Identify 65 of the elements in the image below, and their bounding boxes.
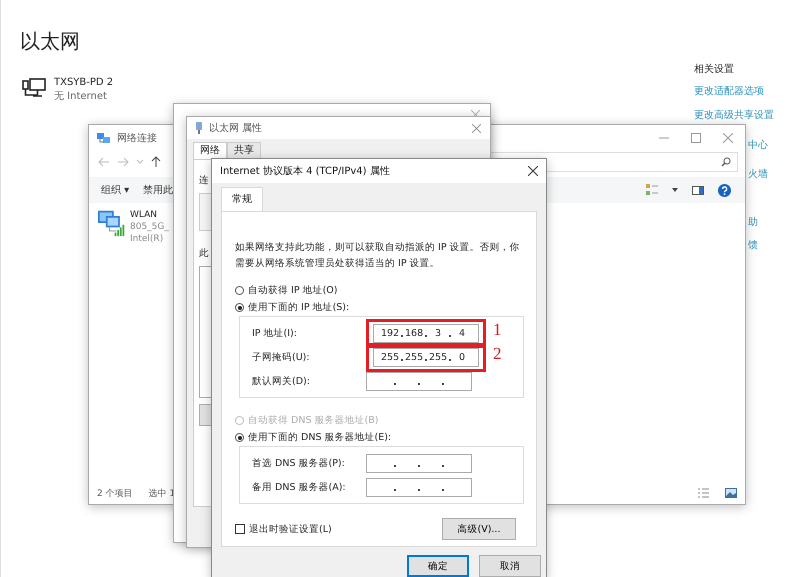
close-icon[interactable] bbox=[528, 166, 538, 176]
caret-icon[interactable] bbox=[672, 188, 678, 192]
back-arrow-icon[interactable] bbox=[98, 157, 110, 167]
section-heading: 相关设置 bbox=[694, 64, 734, 76]
field-label: 备用 DNS 服务器(A): bbox=[252, 480, 346, 494]
settings-link[interactable]: 馈 bbox=[748, 240, 758, 252]
window-title: 网络连接 bbox=[117, 132, 157, 145]
checkbox-label[interactable]: 退出时验证设置(L) bbox=[249, 522, 332, 536]
field-label: 子网掩码(U): bbox=[252, 350, 310, 364]
settings-link[interactable]: 助 bbox=[748, 217, 758, 229]
network-icon bbox=[97, 132, 111, 144]
callout-number: 1 bbox=[493, 320, 502, 340]
adapter-status: 无 Internet bbox=[54, 90, 108, 104]
checkbox[interactable] bbox=[235, 524, 245, 534]
tab[interactable]: 共享 bbox=[227, 142, 261, 159]
dialog-title: Internet 协议版本 4 (TCP/IPv4) 属性 bbox=[220, 164, 390, 178]
details-view-icon[interactable] bbox=[698, 488, 709, 498]
forward-arrow-icon[interactable] bbox=[117, 157, 129, 167]
settings-link[interactable]: 更改高级共享设置 bbox=[694, 110, 774, 122]
view-options-icon[interactable] bbox=[646, 184, 658, 196]
field-label: 首选 DNS 服务器(P): bbox=[252, 456, 345, 470]
wireless-adapter-icon bbox=[97, 209, 127, 237]
computer-icon bbox=[22, 78, 46, 98]
page-title: 以太网 bbox=[20, 28, 80, 55]
help-icon[interactable] bbox=[718, 184, 731, 196]
maximize-icon[interactable] bbox=[691, 133, 701, 143]
dialog-button[interactable]: 取消 bbox=[479, 555, 541, 577]
field-label: 默认网关(D): bbox=[252, 374, 310, 388]
large-icons-view-icon[interactable] bbox=[725, 488, 737, 498]
field-label: IP 地址(I): bbox=[252, 326, 297, 340]
radio-label[interactable]: 自动获得 IP 地址(O) bbox=[248, 284, 338, 297]
callout-number: 2 bbox=[493, 344, 502, 364]
radio-button[interactable] bbox=[235, 303, 244, 312]
preview-pane-icon[interactable] bbox=[692, 186, 704, 194]
tab[interactable]: 网络 bbox=[193, 142, 227, 159]
advanced-button[interactable]: 高级(V)... bbox=[442, 518, 516, 540]
status-text: 2 个项目 bbox=[97, 488, 133, 500]
ip-address-field[interactable] bbox=[366, 454, 472, 472]
search-icon bbox=[721, 157, 731, 167]
radio-label[interactable]: 使用下面的 IP 地址(S): bbox=[248, 301, 350, 314]
adapter-name: TXSYB-PD 2 bbox=[54, 76, 114, 90]
ip-address-field[interactable]: 192 168 3 4 bbox=[373, 324, 479, 342]
device-name: Intel(R) bbox=[130, 233, 164, 245]
window-title: 以太网 属性 bbox=[209, 122, 262, 135]
toolbar-button[interactable]: 组织 ▾ bbox=[101, 183, 130, 197]
chevron-down-icon[interactable] bbox=[136, 159, 144, 165]
ip-address-field[interactable] bbox=[366, 478, 472, 496]
radio-button[interactable] bbox=[235, 286, 244, 295]
toolbar-button[interactable]: 禁用此 bbox=[143, 183, 174, 197]
up-arrow-icon[interactable] bbox=[151, 156, 161, 168]
radio-button[interactable] bbox=[235, 433, 244, 442]
network-name: 805_5G_ bbox=[130, 221, 169, 233]
settings-link[interactable]: 中心 bbox=[748, 140, 768, 152]
connection-name[interactable]: WLAN bbox=[130, 209, 158, 221]
settings-link[interactable]: 更改适配器选项 bbox=[694, 86, 764, 98]
section-label: 连 bbox=[199, 174, 209, 187]
dialog-button[interactable]: 确定 bbox=[407, 555, 469, 577]
intro-text: 如果网络支持此功能，则可以获取自动指派的 IP 设置。否则，你需要从网络系统管理员处获得适当的 IP 设置。 bbox=[235, 241, 521, 271]
settings-link[interactable]: 火墙 bbox=[748, 169, 768, 181]
tab[interactable]: 常规 bbox=[221, 187, 263, 211]
ip-address-field[interactable] bbox=[366, 372, 472, 390]
ip-address-field[interactable]: 255 255 255 0 bbox=[373, 348, 479, 366]
radio-label[interactable]: 使用下面的 DNS 服务器地址(E): bbox=[248, 431, 392, 444]
section-label: 此 bbox=[199, 247, 209, 260]
network-adapter-icon bbox=[195, 122, 203, 134]
